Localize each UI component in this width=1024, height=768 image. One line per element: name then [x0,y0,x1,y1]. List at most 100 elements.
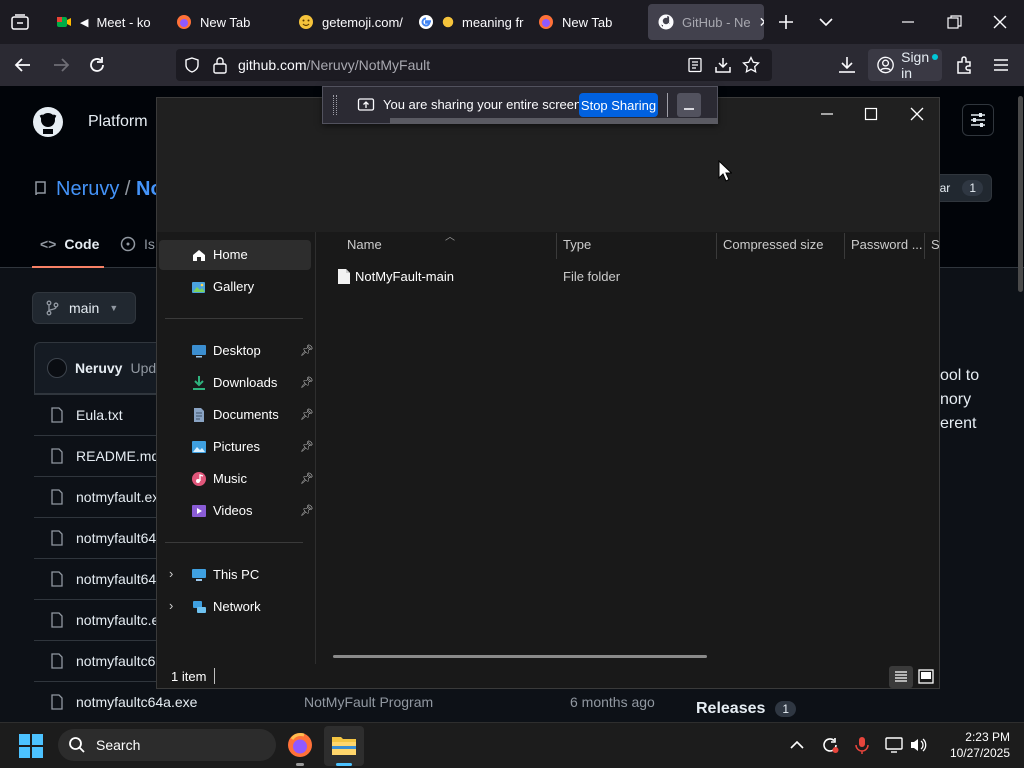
file-icon [51,571,63,587]
commit-message[interactable]: Upd [130,360,156,376]
hide-share-bar-button[interactable] [677,93,701,117]
filter-settings-button[interactable] [962,104,994,136]
shield-icon[interactable] [184,57,200,73]
network-status-icon[interactable] [884,735,904,755]
column-compressed-size[interactable]: Compressed size [723,237,823,255]
windows-start-icon[interactable] [18,733,44,759]
taskbar-search-box[interactable]: Search [58,729,276,761]
nav-gallery[interactable]: Gallery [159,272,311,302]
address-bar[interactable]: github.com/Neruvy/NotMyFault [176,49,772,81]
tab-github[interactable]: GitHub - Ne ✕ [648,4,764,40]
stop-sharing-button[interactable]: Stop Sharing [579,93,658,117]
tab-meaning[interactable]: meaning fr [408,4,524,40]
list-all-tabs-chevron-icon[interactable] [816,12,836,32]
forward-arrow-icon[interactable] [50,54,72,76]
tab-getemoji[interactable]: getemoji.com/ [288,4,404,40]
nav-this-pc[interactable]: › This PC [159,560,311,590]
file-name[interactable]: notmyfault64 [76,571,156,587]
lock-icon[interactable] [212,56,228,74]
column-separator[interactable] [716,233,717,259]
horizontal-scrollbar[interactable] [333,655,707,658]
file-name[interactable]: notmyfault64 [76,530,156,546]
tab-new-1[interactable]: New Tab [166,4,282,40]
sync-icon[interactable] [820,735,840,755]
reader-view-icon[interactable] [687,57,703,73]
column-name[interactable]: Name [347,237,382,255]
tab-new-2[interactable]: New Tab [528,4,644,40]
file-name[interactable]: notmyfault.ex [76,489,159,505]
github-logo-icon[interactable] [32,106,64,138]
nav-pictures[interactable]: Pictures 📌︎ [159,432,314,462]
file-icon [51,694,63,710]
close-tab-icon[interactable]: ✕ [759,14,764,31]
hamburger-menu-icon[interactable] [990,54,1012,76]
microphone-icon[interactable] [852,735,872,755]
bookmark-star-icon[interactable] [742,56,760,74]
column-size[interactable]: Si [931,237,939,255]
explorer-minimize-icon[interactable] [817,104,837,124]
nav-desktop[interactable]: Desktop 📌︎ [159,336,314,366]
nav-network[interactable]: › Network [159,592,311,622]
file-name[interactable]: notmyfaultc.e [76,612,159,628]
column-separator[interactable] [556,233,557,259]
sliders-icon [971,113,985,127]
expand-chevron-icon[interactable]: › [169,566,173,581]
tab-issues[interactable]: Is [120,236,155,252]
tab-code[interactable]: <> Code [40,236,99,252]
file-icon [51,653,63,669]
about-line: nory [940,391,972,408]
show-hidden-icons-chevron-icon[interactable] [788,736,806,754]
large-icons-view-icon [918,669,934,684]
reload-icon[interactable] [86,54,108,76]
pocket-save-icon[interactable] [714,56,732,74]
avatar[interactable] [47,358,67,378]
platform-menu[interactable]: Platform [88,113,148,131]
column-separator[interactable] [844,233,845,259]
column-password[interactable]: Password ... [851,237,923,255]
releases-heading[interactable]: Releases 1 [696,700,797,718]
column-type[interactable]: Type [563,237,591,255]
gallery-icon [192,282,205,293]
sign-in-button[interactable]: Sign in [868,49,942,81]
nav-music[interactable]: Music 📌︎ [159,464,314,494]
window-minimize-icon[interactable] [898,12,918,32]
file-list-row[interactable]: NotMyFault-main File folder [327,264,917,290]
branch-select[interactable]: main ▼ [32,292,136,324]
file-name[interactable]: README.md [76,448,159,464]
tab-meet[interactable]: ◀︎ Meet - ko [46,4,162,40]
volume-icon[interactable] [908,735,928,755]
page-scrollbar[interactable] [1018,96,1023,292]
file-name[interactable]: Eula.txt [76,407,123,423]
repo-owner-link[interactable]: Neruvy [56,178,119,200]
column-separator[interactable] [924,233,925,259]
new-tab-plus-icon[interactable] [776,12,796,32]
tab-overview-icon[interactable] [10,12,30,32]
file-commit-message[interactable]: NotMyFault Program [304,694,433,710]
firefox-icon [288,733,312,757]
expand-chevron-icon[interactable]: › [169,598,173,613]
file-name[interactable]: notmyfaultc64a.exe [76,694,197,710]
explorer-close-icon[interactable] [907,104,927,124]
file-name: NotMyFault-main [355,269,454,284]
nav-videos[interactable]: Videos 📌︎ [159,496,314,526]
back-arrow-icon[interactable] [12,54,34,76]
window-restore-icon[interactable] [944,12,964,32]
taskbar-firefox[interactable] [286,731,316,761]
nav-home[interactable]: Home [159,240,311,270]
taskbar-file-explorer[interactable] [324,726,364,766]
extensions-puzzle-icon[interactable] [954,54,976,76]
large-icons-view-button[interactable] [915,666,937,688]
nav-downloads[interactable]: Downloads 📌︎ [159,368,314,398]
file-name[interactable]: notmyfaultc6 [76,653,155,669]
details-view-button[interactable] [889,666,913,688]
pane-splitter[interactable] [315,232,316,664]
window-close-icon[interactable] [990,12,1010,32]
drag-handle[interactable] [333,95,337,115]
clock-date: 10/27/2025 [949,746,1010,760]
commit-author[interactable]: Neruvy [75,360,122,376]
downloads-icon[interactable] [836,54,858,76]
explorer-maximize-icon[interactable] [861,104,881,124]
nav-documents[interactable]: Documents 📌︎ [159,400,314,430]
mouse-cursor-icon [718,160,732,182]
system-clock[interactable]: 2:23 PM 10/27/2025 [940,729,1010,761]
